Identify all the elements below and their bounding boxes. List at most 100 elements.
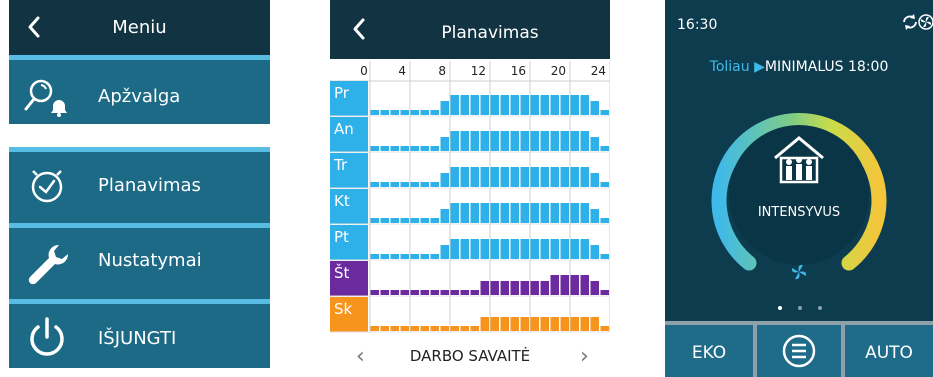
schedule-bar[interactable] [370, 182, 380, 187]
schedule-bar[interactable] [440, 209, 450, 223]
schedule-bar[interactable] [510, 317, 520, 331]
schedule-bar[interactable] [520, 167, 530, 187]
schedule-bar[interactable] [520, 95, 530, 115]
schedule-bar[interactable] [500, 239, 510, 259]
weekly-schedule-grid[interactable]: 0 4 8 12 16 20 24 Pr An Tr Kt Pt Št Sk [330, 59, 610, 336]
schedule-bar[interactable] [450, 131, 460, 151]
schedule-bar[interactable] [440, 290, 450, 295]
schedule-bar[interactable] [580, 131, 590, 151]
schedule-bar[interactable] [430, 218, 440, 223]
schedule-bar[interactable] [540, 131, 550, 151]
schedule-bar[interactable] [530, 95, 540, 115]
schedule-bar[interactable] [570, 239, 580, 259]
schedule-bar[interactable] [490, 239, 500, 259]
schedule-bar[interactable] [520, 239, 530, 259]
schedule-bar[interactable] [590, 137, 600, 151]
schedule-bar[interactable] [380, 146, 390, 151]
menu-item-settings[interactable]: Nustatymai [9, 223, 270, 300]
schedule-bar[interactable] [530, 281, 540, 295]
schedule-bar[interactable] [420, 254, 430, 259]
schedule-bar[interactable] [470, 290, 480, 295]
schedule-bar[interactable] [580, 95, 590, 115]
schedule-bar[interactable] [600, 254, 610, 259]
schedule-bar[interactable] [370, 254, 380, 259]
schedule-bar[interactable] [400, 146, 410, 151]
schedule-bar[interactable] [560, 203, 570, 223]
schedule-bar[interactable] [390, 218, 400, 223]
schedule-bar[interactable] [440, 326, 450, 331]
schedule-bar[interactable] [460, 203, 470, 223]
schedule-bar[interactable] [580, 239, 590, 259]
schedule-bar[interactable] [390, 146, 400, 151]
schedule-bar[interactable] [450, 95, 460, 115]
schedule-bar[interactable] [480, 95, 490, 115]
schedule-bar[interactable] [600, 146, 610, 151]
schedule-bar[interactable] [420, 290, 430, 295]
schedule-bar[interactable] [480, 131, 490, 151]
schedule-bar[interactable] [500, 281, 510, 295]
schedule-bar[interactable] [560, 239, 570, 259]
schedule-bar[interactable] [570, 167, 580, 187]
schedule-bar[interactable] [480, 281, 490, 295]
schedule-bar[interactable] [430, 146, 440, 151]
schedule-bar[interactable] [540, 95, 550, 115]
schedule-bar[interactable] [440, 173, 450, 187]
schedule-bar[interactable] [370, 110, 380, 115]
schedule-bar[interactable] [590, 245, 600, 259]
schedule-bar[interactable] [480, 317, 490, 331]
schedule-bar[interactable] [470, 167, 480, 187]
schedule-bar[interactable] [420, 110, 430, 115]
schedule-bar[interactable] [380, 326, 390, 331]
schedule-bar[interactable] [490, 95, 500, 115]
schedule-bar[interactable] [490, 317, 500, 331]
schedule-bar[interactable] [480, 239, 490, 259]
schedule-bar[interactable] [510, 95, 520, 115]
schedule-bar[interactable] [560, 275, 570, 295]
schedule-bar[interactable] [400, 254, 410, 259]
schedule-bar[interactable] [420, 146, 430, 151]
schedule-bar[interactable] [540, 203, 550, 223]
schedule-bar[interactable] [510, 167, 520, 187]
schedule-bar[interactable] [550, 131, 560, 151]
schedule-bar[interactable] [400, 182, 410, 187]
schedule-bar[interactable] [460, 131, 470, 151]
schedule-bar[interactable] [590, 101, 600, 115]
schedule-bar[interactable] [550, 275, 560, 295]
schedule-bar[interactable] [430, 182, 440, 187]
schedule-bar[interactable] [600, 290, 610, 295]
schedule-bar[interactable] [590, 209, 600, 223]
schedule-bar[interactable] [530, 131, 540, 151]
schedule-bar[interactable] [420, 182, 430, 187]
schedule-bar[interactable] [460, 239, 470, 259]
schedule-bar[interactable] [370, 146, 380, 151]
menu-item-planning[interactable]: Planavimas [9, 147, 270, 224]
schedule-bar[interactable] [410, 326, 420, 331]
schedule-bar[interactable] [470, 326, 480, 331]
schedule-bar[interactable] [440, 101, 450, 115]
schedule-bar[interactable] [520, 131, 530, 151]
schedule-bar[interactable] [440, 245, 450, 259]
schedule-bar[interactable] [450, 167, 460, 187]
schedule-bar[interactable] [490, 203, 500, 223]
schedule-bar[interactable] [390, 110, 400, 115]
schedule-bar[interactable] [500, 95, 510, 115]
schedule-bar[interactable] [380, 110, 390, 115]
schedule-bar[interactable] [480, 167, 490, 187]
schedule-bar[interactable] [490, 281, 500, 295]
schedule-bar[interactable] [590, 317, 600, 331]
schedule-bar[interactable] [560, 131, 570, 151]
schedule-bar[interactable] [550, 95, 560, 115]
schedule-bar[interactable] [460, 290, 470, 295]
schedule-bar[interactable] [470, 239, 480, 259]
schedule-bar[interactable] [390, 182, 400, 187]
back-icon[interactable] [348, 14, 372, 44]
schedule-bar[interactable] [450, 326, 460, 331]
menu-item-overview[interactable]: Apžvalga [9, 55, 270, 124]
schedule-bar[interactable] [530, 317, 540, 331]
schedule-bar[interactable] [530, 167, 540, 187]
schedule-bar[interactable] [450, 290, 460, 295]
schedule-bar[interactable] [490, 167, 500, 187]
auto-button[interactable]: AUTO [845, 325, 933, 377]
schedule-bar[interactable] [600, 110, 610, 115]
schedule-bar[interactable] [500, 317, 510, 331]
